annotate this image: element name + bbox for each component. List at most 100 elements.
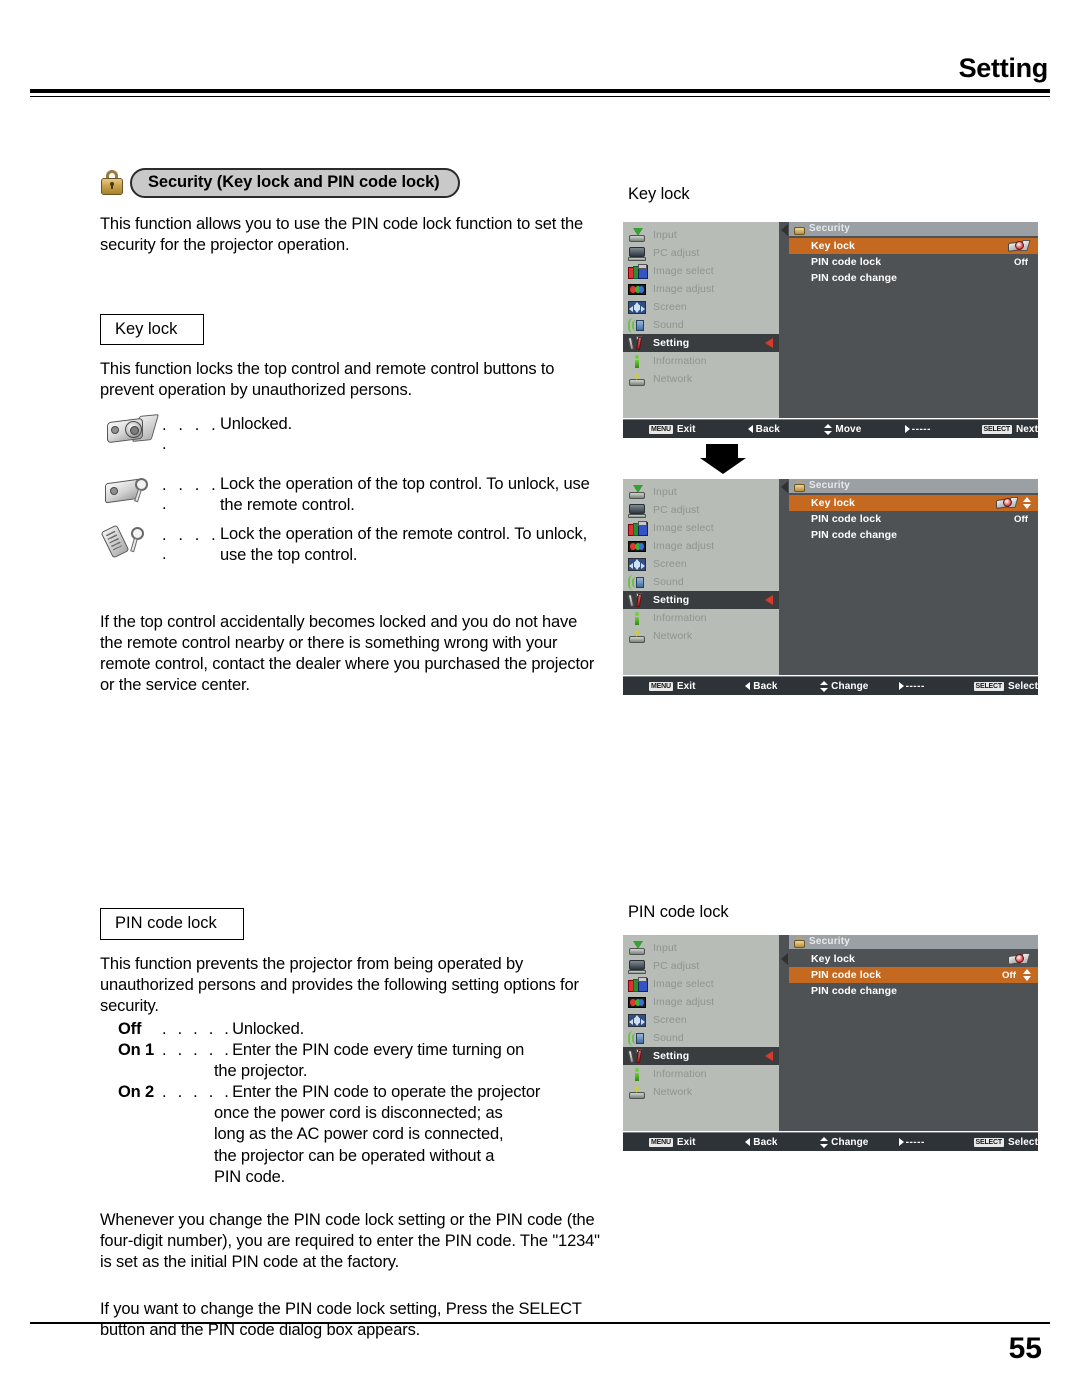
osd-sidebar-item-pc-adjust[interactable]: PC adjust [623,501,779,519]
osd-sidebar-item-image-adjust[interactable]: Image adjust [623,993,779,1011]
key-lock-description: This function locks the top control and … [100,360,555,400]
osd-status-label: Move [835,423,862,435]
image-select-icon [627,263,648,279]
option-continuation: long as the AC power cord is connected, [214,1125,504,1144]
osd-sidebar-item-information[interactable]: Information [623,352,779,370]
up-down-icon [824,423,833,435]
osd-sidebar-item-screen[interactable]: Screen [623,1011,779,1029]
osd-sidebar-item-screen[interactable]: Screen [623,555,779,573]
option-continuation: the projector can be operated without a [214,1146,495,1165]
osd-sidebar-item-label: Screen [653,1014,687,1026]
osd-status-label: Exit [676,423,696,435]
network-icon [627,628,647,644]
screen-icon [627,1013,647,1028]
osd-sidebar-item-setting[interactable]: Setting [623,591,779,609]
option-label: On 1 [118,1041,155,1059]
left-triangle-icon [745,682,751,690]
osd-selection-caret-icon [781,224,788,236]
key-chip: MENU [649,424,673,434]
option-label: On 2 [118,1083,155,1102]
input-icon [627,484,647,500]
osd-status-bar: MENU Exit Back Move ----- SELECT Next [623,419,1038,438]
up-down-stepper-icon[interactable] [1023,497,1032,509]
osd-sidebar-item-information[interactable]: Information [623,1065,779,1083]
osd-sidebar-item-sound[interactable]: Sound [623,316,779,334]
pin-code-lock-description: This function prevents the projector fro… [100,954,579,1015]
osd-body: Input PC adjust Image select Image adjust Sc… [623,479,1038,675]
osd-sidebar-item-image-select[interactable]: Image select [623,262,779,280]
padlock-icon [100,170,124,196]
option-continuation: once the power cord is disconnected; as [214,1104,503,1123]
osd-sidebar-item-pc-adjust[interactable]: PC adjust [623,244,779,262]
osd-sidebar-item-label: Information [653,1068,707,1080]
right-triangle-icon [898,1138,904,1146]
key-chip: MENU [649,1137,673,1147]
osd-sidebar-item-network[interactable]: Network [623,627,779,645]
pc-adjust-icon [627,246,647,261]
osd-sidebar-item-image-select[interactable]: Image select [623,975,779,993]
option-row-on1: On 1 . . . . . Enter the PIN code every … [100,1040,600,1061]
osd-sidebar-item-input[interactable]: Input [623,226,779,244]
osd-row-label: PIN code lock [811,256,882,268]
image-adjust-icon [627,539,647,554]
osd-sidebar-item-label: Image adjust [653,283,715,295]
osd-sidebar-item-setting[interactable]: Setting [623,334,779,352]
osd-sidebar-item-sound[interactable]: Sound [623,1029,779,1047]
osd-sidebar-item-pc-adjust[interactable]: PC adjust [623,957,779,975]
osd-status-label: ----- [905,680,925,692]
osd-screenshot-keylock: Input PC adjust Image select Image adjust Sc… [623,222,1038,438]
osd-status-label: Select [1007,1136,1039,1148]
image-select-icon [627,520,648,536]
key-lock-status-icon [1008,240,1031,253]
osd-sidebar-item-image-adjust[interactable]: Image adjust [623,280,779,298]
osd-sidebar-item-information[interactable]: Information [623,609,779,627]
osd-menu-row-pin-code-lock[interactable]: PIN code lock Off [789,511,1038,527]
up-down-stepper-icon[interactable] [1023,969,1032,981]
osd-sidebar-item-sound[interactable]: Sound [623,573,779,591]
input-icon [627,940,647,956]
pin-code-lock-note-1: Whenever you change the PIN code lock se… [100,1210,600,1271]
option-dots: . . . . . [162,1083,233,1102]
osd-screenshot-pincodelock: Input PC adjust Image select Image adjust Sc… [623,935,1038,1151]
osd-row-list: Key lock PIN code lock Off PIN code change [789,493,1038,543]
osd-status-item--: ----- [898,1137,974,1148]
osd-menu-row-pin-code-lock[interactable]: PIN code lock Off [789,254,1038,270]
osd-screenshot-keylock-change: Input PC adjust Image select Image adjust Sc… [623,479,1038,695]
left-triangle-icon [747,425,753,433]
osd-sidebar-item-label: PC adjust [653,504,700,516]
osd-menu-row-key-lock[interactable]: Key lock [789,951,1038,967]
osd-menu-title-label: Security [809,480,851,491]
osd-menu-row-pin-code-change[interactable]: PIN code change [789,983,1038,999]
right-triangle-icon [904,425,910,433]
osd-sidebar-item-image-select[interactable]: Image select [623,519,779,537]
osd-row-list: Key lock PIN code lock Off PIN code change [789,949,1038,999]
osd-sidebar-item-label: Network [653,1086,693,1098]
right-triangle-icon [898,682,904,690]
footer-rule [30,1322,1050,1324]
legend-row: . . . . . Unlocked. [100,412,600,454]
osd-menu-row-pin-code-change[interactable]: PIN code change [789,270,1038,286]
osd-sidebar-item-label: Image adjust [653,996,715,1008]
osd-sidebar-item-setting[interactable]: Setting [623,1047,779,1065]
osd-sidebar-item-network[interactable]: Network [623,1083,779,1101]
osd-menu-row-pin-code-lock[interactable]: PIN code lock Off [789,967,1038,983]
key-chip: MENU [649,681,673,691]
padlock-icon [793,936,805,948]
osd-sidebar-item-network[interactable]: Network [623,370,779,388]
pin-code-lock-subheading: PIN code lock [100,908,244,940]
osd-status-label: Change [831,1136,869,1148]
section-pill-label: Security (Key lock and PIN code lock) [130,168,460,198]
osd-menu-row-key-lock[interactable]: Key lock [789,238,1038,254]
up-down-icon [820,680,829,692]
osd-sidebar-item-label: Setting [653,337,690,349]
osd-sidebar-item-label: Input [653,942,677,954]
osd-sidebar-item-image-adjust[interactable]: Image adjust [623,537,779,555]
osd-menu-row-key-lock[interactable]: Key lock [789,495,1038,511]
osd-sidebar-item-input[interactable]: Input [623,939,779,957]
osd-sidebar-item-input[interactable]: Input [623,483,779,501]
osd-sidebar-item-screen[interactable]: Screen [623,298,779,316]
osd-menu-row-pin-code-change[interactable]: PIN code change [789,527,1038,543]
option-text: Unlocked. [232,1019,305,1038]
osd-sidebar-item-label: PC adjust [653,247,700,259]
key-lock-status-icon [996,497,1019,510]
